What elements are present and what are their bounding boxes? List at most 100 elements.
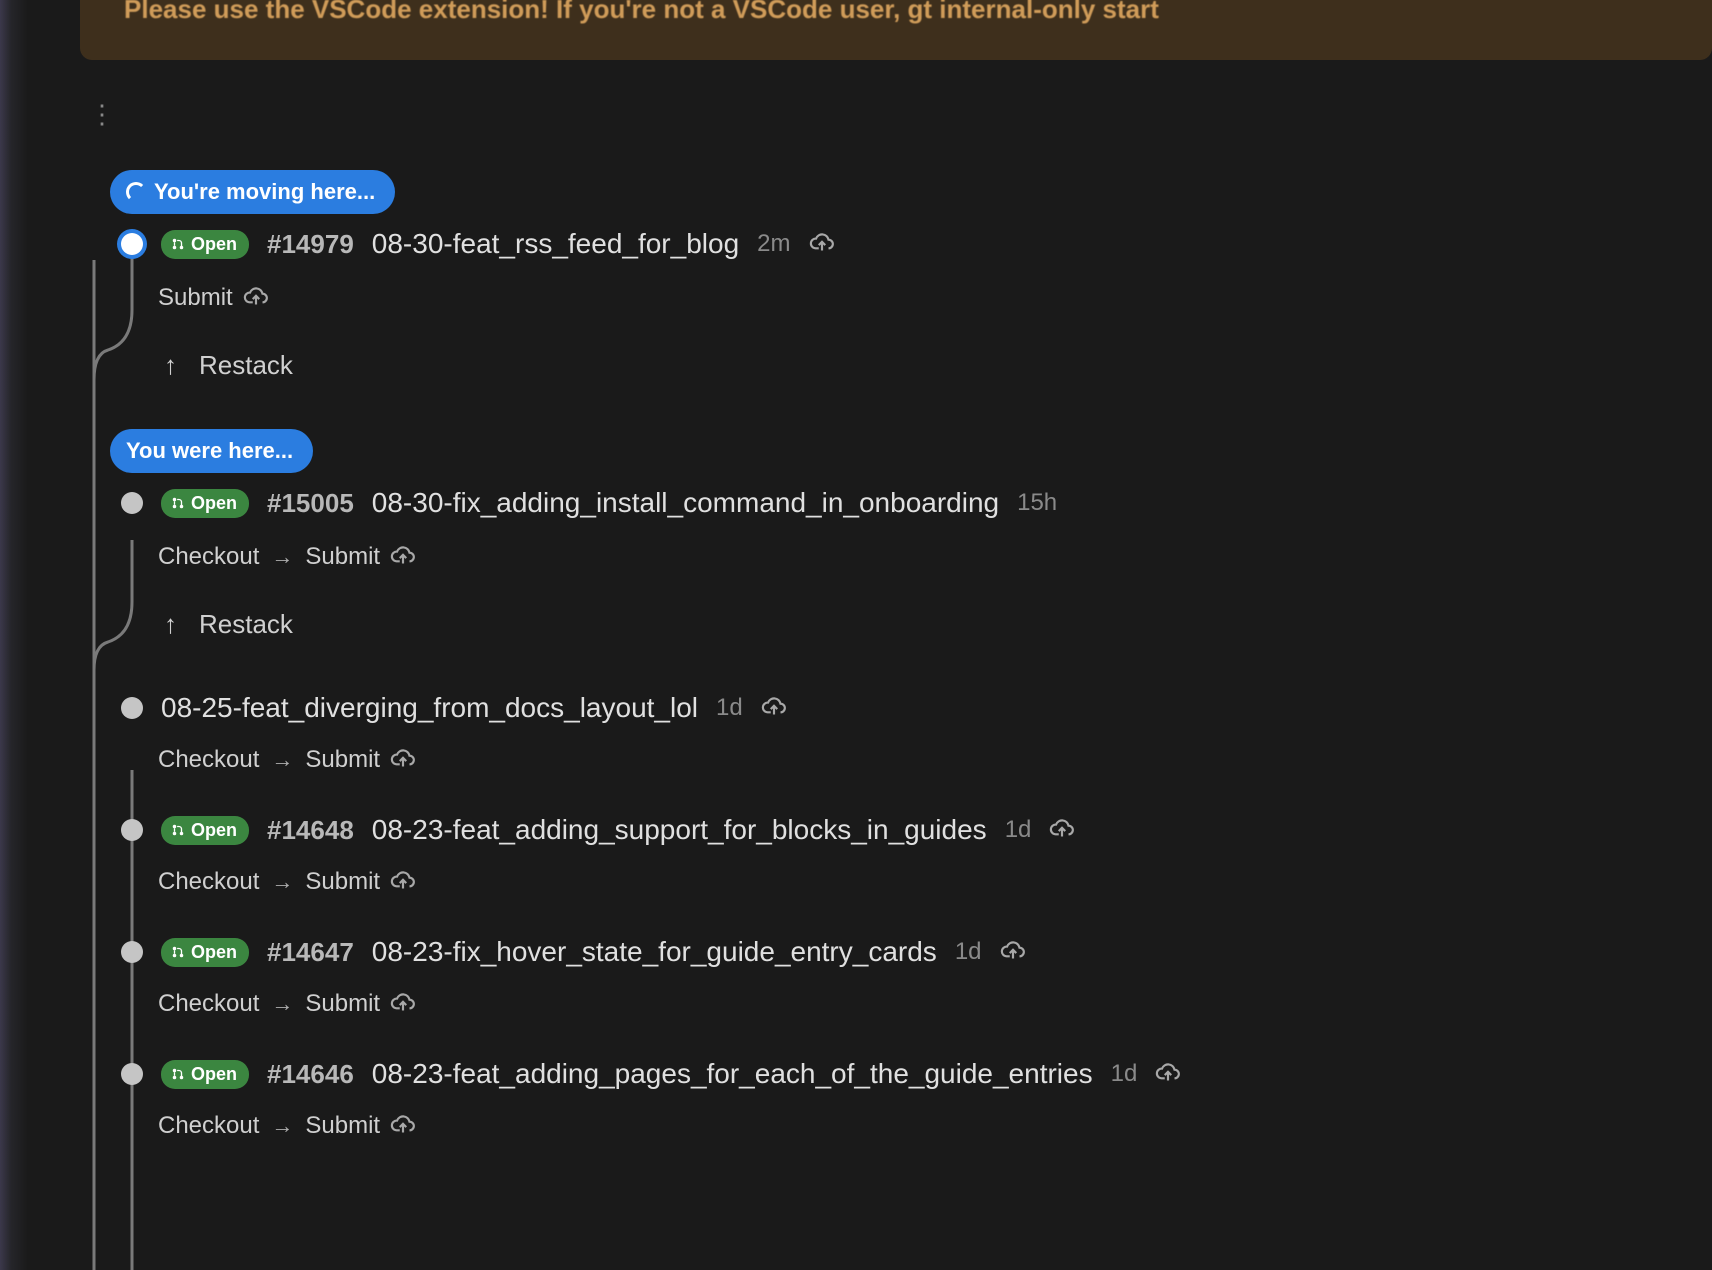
- were-here-label: You were here...: [126, 438, 293, 464]
- submit-action[interactable]: Submit: [305, 1112, 416, 1140]
- branch-tree: You're moving here... Open #14979 08-30-…: [80, 170, 1712, 1176]
- time-ago: 2m: [757, 230, 790, 258]
- time-ago: 15h: [1017, 489, 1057, 517]
- time-ago: 1d: [955, 938, 982, 966]
- submit-action[interactable]: Submit: [305, 990, 416, 1018]
- action-row: Submit: [158, 284, 1712, 312]
- pull-request-icon: [171, 823, 185, 837]
- checkout-label: Checkout: [158, 868, 259, 896]
- branch-group-target: You're moving here... Open #14979 08-30-…: [80, 170, 1712, 381]
- cloud-upload-icon: [390, 1115, 416, 1137]
- restack-row[interactable]: ↑ Restack: [164, 609, 1712, 640]
- arrow-right-icon: →: [271, 544, 293, 570]
- submit-action[interactable]: Submit: [158, 284, 269, 312]
- branch-node-dot: [121, 697, 143, 719]
- status-label: Open: [191, 234, 237, 255]
- time-ago: 1d: [716, 694, 743, 722]
- restack-label: Restack: [199, 350, 293, 381]
- status-badge-open[interactable]: Open: [161, 489, 249, 518]
- window-left-edge: [0, 0, 28, 1270]
- submit-label: Submit: [305, 746, 380, 774]
- action-row: Checkout → Submit: [158, 1112, 1712, 1140]
- vertical-dots-icon[interactable]: ⋮: [89, 108, 115, 121]
- pull-request-icon: [171, 1067, 185, 1081]
- cloud-upload-icon[interactable]: [761, 697, 787, 719]
- checkout-label: Checkout: [158, 746, 259, 774]
- arrow-right-icon: →: [271, 991, 293, 1017]
- checkout-label: Checkout: [158, 990, 259, 1018]
- status-badge-open[interactable]: Open: [161, 816, 249, 845]
- arrow-right-icon: →: [271, 869, 293, 895]
- branch-node-dot: [121, 1063, 143, 1085]
- pr-number[interactable]: #14648: [267, 815, 354, 846]
- branch-row[interactable]: Open #14646 08-23-feat_adding_pages_for_…: [80, 1054, 1712, 1094]
- branch-row-target[interactable]: Open #14979 08-30-feat_rss_feed_for_blog…: [80, 224, 1712, 264]
- checkout-action[interactable]: Checkout: [158, 746, 259, 774]
- status-label: Open: [191, 1064, 237, 1085]
- cloud-upload-icon: [390, 546, 416, 568]
- restack-label: Restack: [199, 609, 293, 640]
- branch-item: Open #14646 08-23-feat_adding_pages_for_…: [80, 1054, 1712, 1140]
- pull-request-icon: [171, 945, 185, 959]
- checkout-action[interactable]: Checkout: [158, 990, 259, 1018]
- branch-row[interactable]: Open #14648 08-23-feat_adding_support_fo…: [80, 810, 1712, 850]
- submit-action[interactable]: Submit: [305, 868, 416, 896]
- submit-action[interactable]: Submit: [305, 543, 416, 571]
- branch-item: 08-25-feat_diverging_from_docs_layout_lo…: [80, 688, 1712, 774]
- arrow-up-icon: ↑: [164, 609, 177, 640]
- status-label: Open: [191, 942, 237, 963]
- info-banner: Please use the VSCode extension! If you'…: [80, 0, 1712, 60]
- branch-name[interactable]: 08-23-feat_adding_pages_for_each_of_the_…: [372, 1058, 1093, 1090]
- status-label: Open: [191, 493, 237, 514]
- arrow-right-icon: →: [271, 1113, 293, 1139]
- pr-number[interactable]: #15005: [267, 488, 354, 519]
- branch-name[interactable]: 08-23-feat_adding_support_for_blocks_in_…: [372, 814, 987, 846]
- branch-row-previous[interactable]: Open #15005 08-30-fix_adding_install_com…: [80, 483, 1712, 523]
- restack-row[interactable]: ↑ Restack: [164, 350, 1712, 381]
- submit-label: Submit: [305, 990, 380, 1018]
- action-row: Checkout → Submit: [158, 543, 1712, 571]
- branch-list: 08-25-feat_diverging_from_docs_layout_lo…: [80, 688, 1712, 1140]
- pr-number[interactable]: #14979: [267, 229, 354, 260]
- action-row: Checkout → Submit: [158, 746, 1712, 774]
- cloud-upload-icon: [390, 871, 416, 893]
- pr-number[interactable]: #14647: [267, 937, 354, 968]
- checkout-label: Checkout: [158, 1112, 259, 1140]
- cloud-upload-icon[interactable]: [1049, 819, 1075, 841]
- branch-group-previous: You were here... Open #15005 08-30-fix_a…: [80, 429, 1712, 640]
- branch-node-dot: [121, 492, 143, 514]
- branch-row[interactable]: Open #14647 08-23-fix_hover_state_for_gu…: [80, 932, 1712, 972]
- time-ago: 1d: [1005, 816, 1032, 844]
- cloud-upload-icon[interactable]: [809, 233, 835, 255]
- action-row: Checkout → Submit: [158, 868, 1712, 896]
- cloud-upload-icon: [390, 749, 416, 771]
- branch-item: Open #14647 08-23-fix_hover_state_for_gu…: [80, 932, 1712, 1018]
- pull-request-icon: [171, 496, 185, 510]
- cloud-upload-icon[interactable]: [1000, 941, 1026, 963]
- arrow-right-icon: →: [271, 747, 293, 773]
- branch-name[interactable]: 08-30-feat_rss_feed_for_blog: [372, 228, 739, 260]
- branch-node-dot: [121, 941, 143, 963]
- branch-name[interactable]: 08-30-fix_adding_install_command_in_onbo…: [372, 487, 999, 519]
- arrow-up-icon: ↑: [164, 350, 177, 381]
- submit-label: Submit: [305, 543, 380, 571]
- checkout-action[interactable]: Checkout: [158, 543, 259, 571]
- pr-number[interactable]: #14646: [267, 1059, 354, 1090]
- cloud-upload-icon[interactable]: [1155, 1063, 1181, 1085]
- status-badge-open[interactable]: Open: [161, 1060, 249, 1089]
- checkout-label: Checkout: [158, 543, 259, 571]
- branch-row[interactable]: 08-25-feat_diverging_from_docs_layout_lo…: [80, 688, 1712, 728]
- submit-label: Submit: [305, 868, 380, 896]
- status-badge-open[interactable]: Open: [161, 938, 249, 967]
- checkout-action[interactable]: Checkout: [158, 868, 259, 896]
- branch-name[interactable]: 08-23-fix_hover_state_for_guide_entry_ca…: [372, 936, 937, 968]
- moving-here-label: You're moving here...: [154, 179, 375, 205]
- submit-label: Submit: [158, 284, 233, 312]
- cloud-upload-icon: [243, 287, 269, 309]
- banner-text: Please use the VSCode extension! If you'…: [124, 0, 1159, 22]
- status-badge-open[interactable]: Open: [161, 230, 249, 259]
- submit-action[interactable]: Submit: [305, 746, 416, 774]
- branch-name[interactable]: 08-25-feat_diverging_from_docs_layout_lo…: [161, 692, 698, 724]
- checkout-action[interactable]: Checkout: [158, 1112, 259, 1140]
- pull-request-icon: [171, 237, 185, 251]
